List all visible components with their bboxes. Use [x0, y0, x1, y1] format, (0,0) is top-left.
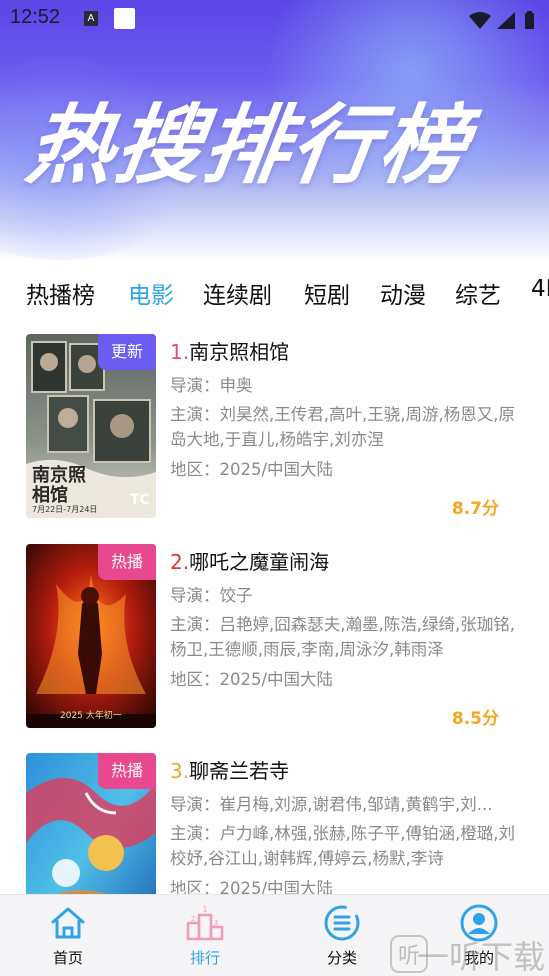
- tab-series[interactable]: 连续剧: [203, 276, 272, 310]
- hero-title: 热搜排行榜: [20, 96, 476, 196]
- nav-category-label: 分类: [326, 949, 357, 967]
- item-title-text: 哪吒之魔童闹海: [189, 550, 330, 574]
- director-text: 导演：申奥: [170, 376, 253, 395]
- tab-variety[interactable]: 综艺: [455, 276, 501, 310]
- tab-short-drama[interactable]: 短剧: [304, 276, 350, 310]
- score-text: 8.5分: [451, 709, 499, 729]
- category-tabs: 热播榜 电影 连续剧 短剧 动漫 综艺 4K: [0, 272, 549, 314]
- list-item[interactable]: 热播 3.聊斋兰若寺 导演：崔月梅,刘源,谢君伟,邹靖,黄鹤宇,刘... 主演：…: [0, 753, 549, 894]
- tab-hot[interactable]: 热播榜: [26, 276, 95, 310]
- status-bar: 12:52 A: [0, 0, 549, 38]
- nav-ranking-label: 排行: [189, 949, 220, 967]
- home-icon: [51, 907, 85, 939]
- director-text: 导演：饺子: [170, 586, 253, 605]
- item-title-text: 聊斋兰若寺: [189, 759, 290, 783]
- nav-category[interactable]: 分类: [297, 903, 387, 973]
- list-icon: [324, 905, 360, 941]
- director-text: 导演：崔月梅,刘源,谢君伟,邹靖,黄鹤宇,刘...: [170, 795, 493, 814]
- item-title[interactable]: 2.哪吒之魔童闹海: [170, 546, 329, 575]
- region-text: 地区：2025/中国大陆: [170, 879, 334, 894]
- list-item[interactable]: 南京照相馆 7月22日-7月24日 TC 更新 1.南京照相馆 导演：申奥 主演…: [0, 334, 549, 520]
- notification-a-icon: A: [84, 11, 98, 26]
- cell-signal-icon: [497, 12, 515, 29]
- poster-image[interactable]: 热播: [26, 753, 156, 894]
- rank-number: 2.: [170, 550, 190, 574]
- region-text: 地区：2025/中国大陆: [170, 460, 334, 479]
- poster-date-text: 2025 大年初一: [60, 711, 122, 721]
- poster-tag-text: TC: [130, 492, 150, 508]
- svg-text:2: 2: [191, 915, 195, 923]
- list-item[interactable]: 2025 大年初一 热播 2.哪吒之魔童闹海 导演：饺子 主演：吕艳婷,囧森瑟夫…: [0, 544, 549, 730]
- watermark-text: 一听下载: [416, 938, 545, 976]
- nav-home[interactable]: 首页: [23, 903, 113, 973]
- wifi-icon: [469, 12, 491, 29]
- rank-number: 3.: [170, 759, 190, 783]
- poster-image[interactable]: 南京照相馆 7月22日-7月24日 TC 更新: [26, 334, 156, 518]
- podium-icon: 1 2 3: [186, 905, 224, 941]
- hero-banner: 12:52 A 热搜排行榜: [0, 0, 549, 262]
- item-title-text: 南京照相馆: [189, 340, 290, 364]
- svg-text:3: 3: [214, 919, 218, 927]
- tab-anime[interactable]: 动漫: [380, 276, 426, 310]
- poster-date-text: 7月22日-7月24日: [32, 505, 98, 514]
- svg-text:1: 1: [202, 905, 207, 914]
- poster-title-text: 南京照相馆: [32, 465, 86, 506]
- cast-text: 主演：吕艳婷,囧森瑟夫,瀚墨,陈浩,绿绮,张珈铭,杨卫,王德顺,雨辰,李南,周泳…: [170, 615, 515, 658]
- badge-update: 更新: [98, 334, 156, 370]
- region-text: 地区：2025/中国大陆: [170, 670, 334, 689]
- poster-image[interactable]: 2025 大年初一 热播: [26, 544, 156, 728]
- nav-home-label: 首页: [52, 949, 83, 967]
- tab-movie[interactable]: 电影: [128, 276, 174, 310]
- tab-4k[interactable]: 4K: [531, 276, 549, 302]
- ranking-list: 南京照相馆 7月22日-7月24日 TC 更新 1.南京照相馆 导演：申奥 主演…: [0, 334, 549, 894]
- score-text: 8.7分: [451, 499, 499, 519]
- item-title[interactable]: 1.南京照相馆: [170, 336, 289, 365]
- item-title[interactable]: 3.聊斋兰若寺: [170, 755, 289, 784]
- nav-ranking[interactable]: 1 2 3 排行: [160, 903, 250, 973]
- signal-battery-icons: [469, 11, 534, 29]
- cast-text: 主演：卢力峰,林强,张赫,陈子平,傅铂涵,橙璐,刘校妤,谷江山,谢韩辉,傅婷云,…: [170, 824, 515, 867]
- badge-hot: 热播: [98, 753, 156, 789]
- rank-number: 1.: [170, 340, 190, 364]
- battery-icon: [525, 13, 534, 29]
- badge-hot: 热播: [98, 544, 156, 580]
- notification-square-icon: [114, 8, 135, 29]
- status-time: 12:52: [10, 6, 61, 28]
- cast-text: 主演：刘昊然,王传君,高叶,王骁,周游,杨恩又,原岛大地,于直儿,杨皓宇,刘亦涅: [170, 405, 515, 448]
